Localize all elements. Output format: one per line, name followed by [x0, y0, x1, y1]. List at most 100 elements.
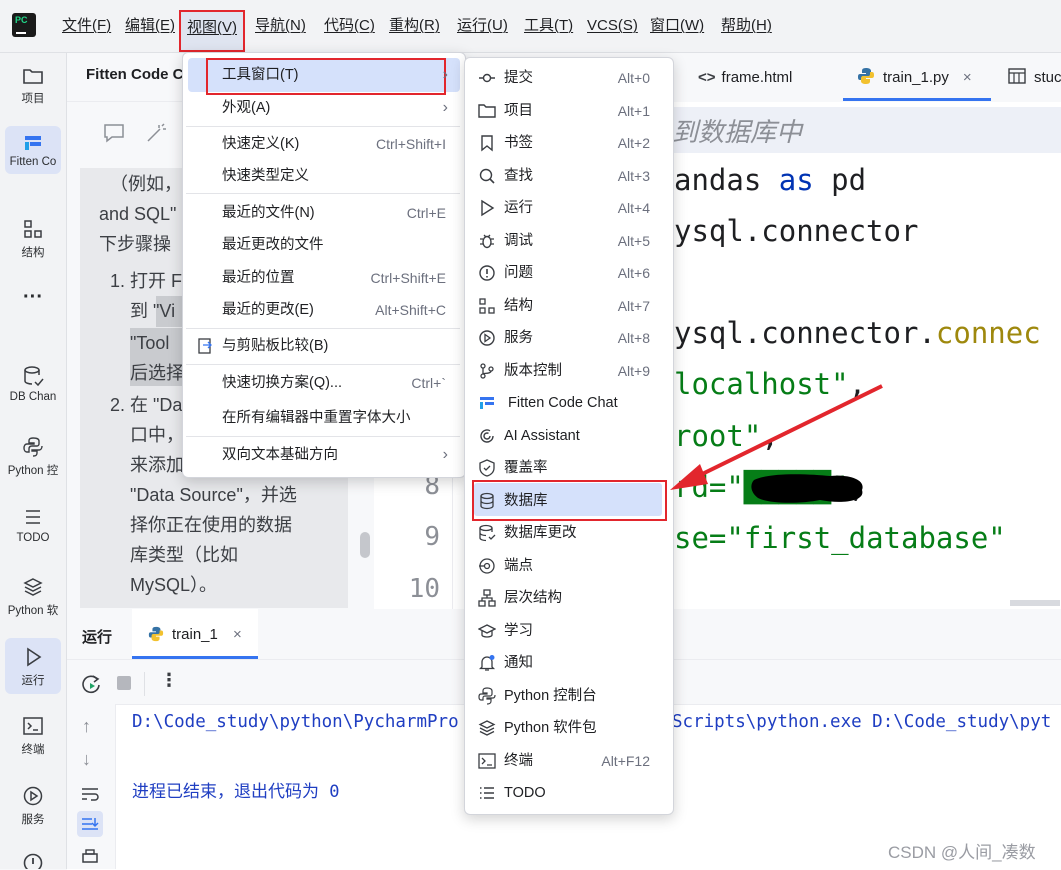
tool-item-project[interactable]: 项目 Alt+1 [468, 95, 668, 127]
tab-frame-html[interactable]: <> frame.html [698, 53, 792, 102]
tool-item-fitten-chat[interactable]: Fitten Code Chat [468, 387, 668, 419]
tool-item-commit[interactable]: 提交 Alt+0 [468, 62, 668, 94]
python-icon [148, 626, 164, 642]
toolwindow-more[interactable]: ··· [0, 286, 66, 309]
run-icon [481, 199, 495, 217]
stop-icon[interactable] [117, 676, 131, 690]
python-packages-icon [478, 720, 496, 736]
menu-item-recent-files[interactable]: 最近的文件(N) Ctrl+E [186, 197, 460, 229]
toolwindow-label: Fitten Co [9, 156, 57, 168]
db-changes-icon [24, 366, 44, 387]
menu-item-tool-windows[interactable]: 工具窗口(T) › [186, 59, 460, 91]
menu-edit[interactable]: 编辑(E) [123, 14, 177, 38]
tool-item-terminal[interactable]: 终端 Alt+F12 [468, 745, 668, 777]
menu-help[interactable]: 帮助(H) [719, 14, 774, 38]
scroll-down-icon[interactable]: ↓ [82, 749, 91, 770]
chat-line: 后选择 [130, 363, 184, 383]
toolwindow-todo[interactable]: TODO [0, 506, 66, 544]
tab-stuc[interactable]: stuc [1008, 53, 1061, 102]
toolwindow-python-packages[interactable]: Python 软 [0, 576, 66, 618]
editor-scrollbar[interactable] [1010, 600, 1060, 606]
tool-item-bookmarks[interactable]: 书签 Alt+2 [468, 127, 668, 159]
print-icon[interactable] [80, 848, 100, 869]
tool-item-notifications[interactable]: 通知 [468, 647, 668, 679]
tool-item-debug[interactable]: 调试 Alt+5 [468, 225, 668, 257]
toolwindow-label: Python 控 [7, 465, 59, 477]
toolwindow-label: 终端 [21, 744, 45, 756]
scroll-up-icon[interactable]: ↑ [82, 716, 91, 737]
menu-navigate[interactable]: 导航(N) [253, 14, 308, 38]
run-command-line-tail: Scripts\python.exe D:\Code_study\pyt [672, 712, 1052, 732]
chat-history-icon[interactable] [102, 122, 126, 144]
menu-item-quick-definition[interactable]: 快速定义(K) Ctrl+Shift+I [186, 128, 460, 160]
menu-window[interactable]: 窗口(W) [648, 14, 706, 38]
scroll-to-end-icon [82, 818, 99, 830]
code-line: se="first_database" [674, 521, 1006, 555]
commit-icon [479, 73, 495, 83]
tool-item-endpoints[interactable]: 端点 [468, 550, 668, 582]
tab-train-1-py[interactable]: train_1.py × [857, 53, 972, 102]
close-tab-icon[interactable]: × [963, 69, 972, 86]
menu-item-recent-locations[interactable]: 最近的位置 Ctrl+Shift+E [186, 262, 460, 294]
toolwindow-python-console[interactable]: Python 控 [0, 436, 66, 478]
toolwindow-services[interactable]: 服务 [0, 785, 66, 827]
magic-wand-icon[interactable] [145, 122, 167, 144]
menu-item-recent-changes[interactable]: 最近的更改(E) Alt+Shift+C [186, 294, 460, 326]
tool-item-ai-assistant[interactable]: AI Assistant [468, 420, 668, 452]
tool-item-learn[interactable]: 学习 [468, 615, 668, 647]
toolwindow-structure[interactable]: 结构 [0, 218, 66, 260]
menu-item-reset-font-size[interactable]: 在所有编辑器中重置字体大小 [186, 402, 460, 434]
python-packages-icon [23, 578, 43, 596]
menu-item-quick-switch-scheme[interactable]: 快速切换方案(Q)... Ctrl+` [186, 367, 460, 399]
menu-view[interactable]: 视图(V) [179, 10, 245, 52]
menu-vcs[interactable]: VCS(S) [585, 14, 640, 38]
menu-separator [186, 436, 460, 437]
tool-item-todo[interactable]: TODO [468, 777, 668, 809]
tool-item-hierarchy[interactable]: 层次结构 [468, 582, 668, 614]
toolwindow-label: TODO [16, 532, 50, 544]
chat-line: MySQL）。 [130, 575, 218, 595]
tool-item-find[interactable]: 查找 Alt+3 [468, 160, 668, 192]
chat-scrollbar[interactable] [360, 532, 370, 558]
run-icon [27, 647, 42, 667]
close-tab-icon[interactable]: × [233, 626, 242, 643]
coverage-icon [479, 459, 495, 477]
tool-item-python-console[interactable]: Python 控制台 [468, 680, 668, 712]
run-command-line: D:\Code_study\python\PycharmPro [132, 712, 459, 732]
chat-line: "Data Source"，并选 [130, 485, 297, 505]
tool-item-version-control[interactable]: 版本控制 Alt+9 [468, 355, 668, 387]
menu-item-quick-type-definition[interactable]: 快速类型定义 [186, 160, 460, 192]
menu-item-compare-clipboard[interactable]: 与剪贴板比较(B) [186, 330, 460, 362]
menu-item-appearance[interactable]: 外观(A) › [186, 92, 460, 124]
menu-item-recently-changed-files[interactable]: 最近更改的文件 [186, 229, 460, 261]
menu-file[interactable]: 文件(F) [60, 14, 113, 38]
toolwindow-project[interactable]: 项目 [0, 66, 66, 106]
tool-item-coverage[interactable]: 覆盖率 [468, 452, 668, 484]
tool-item-database[interactable]: 数据库 [468, 485, 668, 517]
menu-refactor[interactable]: 重构(R) [387, 14, 442, 38]
tool-item-database-changes[interactable]: 数据库更改 [468, 517, 668, 549]
toolwindow-run[interactable]: 运行 [5, 638, 61, 694]
toolwindow-db-changes[interactable]: DB Chan [0, 365, 66, 403]
rerun-icon[interactable] [80, 673, 102, 695]
tool-item-python-packages[interactable]: Python 软件包 [468, 712, 668, 744]
tool-item-problems[interactable]: 问题 Alt+6 [468, 257, 668, 289]
chat-panel-title: Fitten Code C [86, 66, 184, 83]
menu-code[interactable]: 代码(C) [322, 14, 377, 38]
tool-item-structure[interactable]: 结构 Alt+7 [468, 290, 668, 322]
menu-item-bidi-direction[interactable]: 双向文本基础方向 › [186, 439, 460, 471]
problems-icon[interactable] [22, 852, 44, 869]
soft-wrap-icon[interactable] [80, 784, 100, 804]
more-options-icon[interactable]: ⋮ [160, 670, 178, 691]
services-icon [479, 330, 495, 346]
bookmark-icon [481, 135, 493, 152]
toolwindow-label: Python 软 [7, 605, 59, 617]
toolwindow-fitten[interactable]: Fitten Co [5, 126, 61, 174]
menu-run[interactable]: 运行(U) [455, 14, 510, 38]
tool-item-services[interactable]: 服务 Alt+8 [468, 322, 668, 354]
fitten-icon [25, 136, 41, 150]
tool-item-run[interactable]: 运行 Alt+4 [468, 192, 668, 224]
menu-tools[interactable]: 工具(T) [522, 14, 575, 38]
terminal-icon [478, 753, 496, 769]
toolwindow-terminal[interactable]: 终端 [0, 715, 66, 757]
